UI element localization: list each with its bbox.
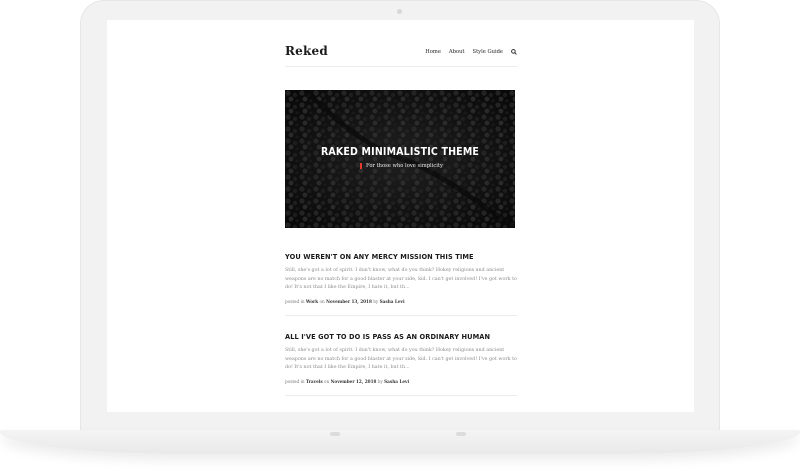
browser-viewport: Reked Home About Style Guide RAKED MINIM… bbox=[107, 20, 694, 412]
hero-background-image bbox=[285, 90, 515, 228]
hero-subtitle: For those who love simplicity bbox=[360, 163, 443, 169]
hero-banner: RAKED MINIMALISTIC THEME For those who l… bbox=[285, 90, 515, 228]
post-date[interactable]: November 12, 2018 bbox=[331, 379, 377, 384]
post-author[interactable]: Sasha Levi bbox=[384, 379, 409, 384]
post-meta: posted in Travels on November 12, 2018 b… bbox=[285, 379, 517, 384]
meta-prefix: posted in bbox=[285, 378, 305, 384]
post-category[interactable]: Work bbox=[306, 299, 318, 304]
meta-by: by bbox=[377, 378, 383, 384]
camera-icon bbox=[397, 9, 402, 14]
post-excerpt: Still, she's got a lot of spirit. I don'… bbox=[285, 348, 517, 371]
search-icon[interactable] bbox=[511, 49, 517, 55]
header-divider bbox=[285, 66, 517, 67]
site-header: Reked Home About Style Guide bbox=[285, 44, 517, 64]
post-title[interactable]: YOU WEREN'T ON ANY MERCY MISSION THIS TI… bbox=[285, 252, 498, 261]
site-logo[interactable]: Reked bbox=[285, 44, 328, 58]
nav-about[interactable]: About bbox=[449, 49, 465, 55]
post-divider bbox=[285, 314, 517, 316]
post-date[interactable]: November 13, 2018 bbox=[326, 299, 372, 304]
hinge-right bbox=[456, 432, 466, 436]
post-title[interactable]: ALL I'VE GOT TO DO IS PASS AS AN ORDINAR… bbox=[285, 332, 498, 341]
post-item: ALL I'VE GOT TO DO IS PASS AS AN ORDINAR… bbox=[285, 332, 517, 396]
hinge-left bbox=[330, 432, 340, 436]
main-nav: Home About Style Guide bbox=[425, 49, 517, 55]
nav-style-guide[interactable]: Style Guide bbox=[473, 49, 503, 55]
post-author[interactable]: Sasha Levi bbox=[380, 299, 405, 304]
meta-prefix: posted in bbox=[285, 298, 305, 304]
meta-on: on bbox=[324, 378, 330, 384]
post-excerpt: Still, she's got a lot of spirit. I don'… bbox=[285, 268, 517, 291]
post-item: YOU WEREN'T ON ANY MERCY MISSION THIS TI… bbox=[285, 252, 517, 316]
post-meta: posted in Work on November 13, 2018 by S… bbox=[285, 299, 517, 304]
post-divider bbox=[285, 394, 517, 396]
meta-on: on bbox=[319, 298, 325, 304]
post-category[interactable]: Travels bbox=[306, 379, 323, 384]
laptop-base bbox=[0, 430, 800, 454]
meta-by: by bbox=[373, 298, 379, 304]
nav-home[interactable]: Home bbox=[425, 49, 441, 55]
hero-title: RAKED MINIMALISTIC THEME bbox=[320, 146, 480, 158]
